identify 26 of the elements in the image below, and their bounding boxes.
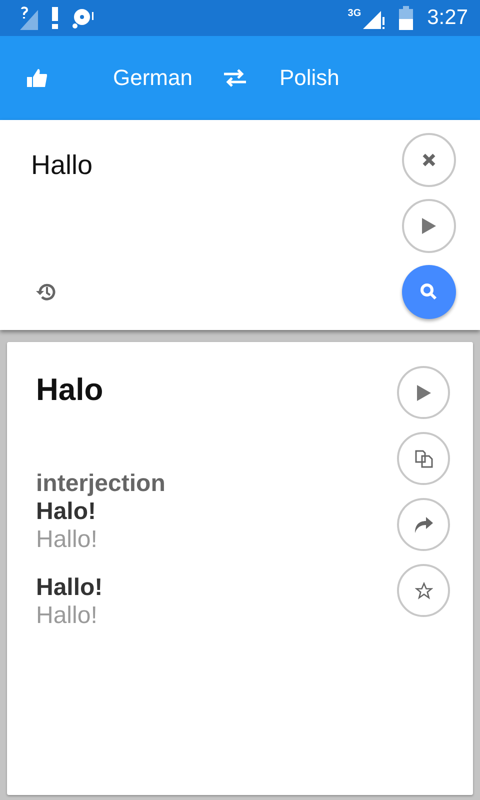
clock-time: 3:27 xyxy=(427,6,468,30)
close-icon xyxy=(422,153,436,167)
network-type: 3G xyxy=(348,8,362,19)
disc-icon xyxy=(72,7,94,29)
example: Hallo! xyxy=(36,526,98,554)
battery-icon xyxy=(399,6,414,30)
source-language[interactable]: German xyxy=(113,65,192,91)
play-icon xyxy=(422,218,436,234)
clear-button[interactable] xyxy=(402,133,456,187)
history-icon[interactable] xyxy=(36,282,56,302)
part-of-speech: interjection xyxy=(36,470,166,498)
star-icon xyxy=(414,582,432,600)
thumbs-up-icon[interactable] xyxy=(27,69,47,87)
example: Hallo! xyxy=(36,602,98,630)
headword: Halo xyxy=(36,372,104,408)
play-button[interactable] xyxy=(402,199,456,253)
alert-icon xyxy=(52,7,58,29)
translation: Hallo! xyxy=(36,574,104,602)
share-icon xyxy=(414,516,432,532)
swap-icon[interactable] xyxy=(224,69,246,87)
play-icon xyxy=(416,384,430,400)
search-button[interactable] xyxy=(402,265,456,319)
target-language[interactable]: Polish xyxy=(279,65,340,91)
copy-icon xyxy=(414,450,432,468)
search-icon xyxy=(420,283,438,301)
translation: Halo! xyxy=(36,498,97,526)
